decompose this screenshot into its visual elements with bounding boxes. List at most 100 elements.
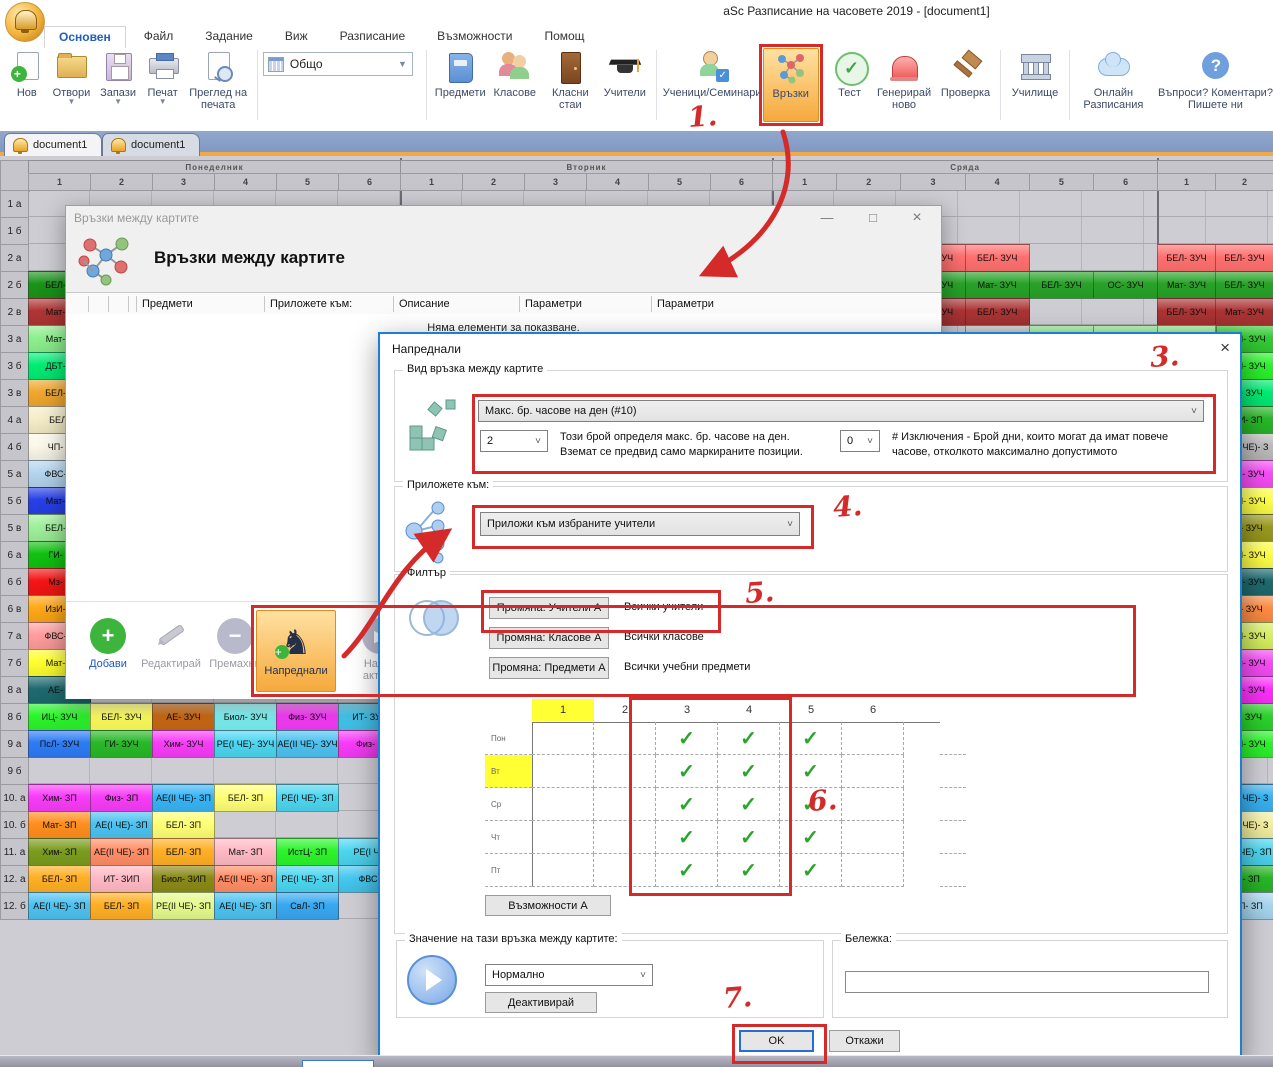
lesson-cell[interactable]: АЕ(I ЧЕ)- ЗП — [90, 811, 153, 839]
period-header[interactable]: 1 — [1157, 173, 1216, 191]
close-icon[interactable]: × — [1220, 338, 1230, 358]
lesson-cell[interactable]: АЕ(I ЧЕ)- ЗП — [214, 892, 277, 920]
grid-cell[interactable]: ✓ — [780, 854, 842, 887]
period-header[interactable]: 2 — [1215, 173, 1273, 191]
classes-button[interactable]: Класове — [488, 48, 542, 101]
lesson-cell[interactable]: БЕЛ- ЗУЧ — [1157, 244, 1216, 272]
period-header[interactable]: 2 — [836, 173, 901, 191]
lesson-cell[interactable]: Биол- ЗУЧ — [214, 703, 277, 731]
lesson-cell[interactable]: Хим- ЗП — [28, 784, 91, 812]
period-header[interactable]: 1 — [400, 173, 463, 191]
lesson-cell[interactable]: ИТ- ЗИП — [90, 865, 153, 893]
check-button[interactable]: Проверка — [936, 48, 995, 101]
lesson-cell[interactable]: БЕЛ- ЗУЧ — [1157, 298, 1216, 326]
lesson-cell[interactable]: БЕЛ- ЗП — [214, 784, 277, 812]
lesson-cell[interactable]: Мат- ЗП — [28, 811, 91, 839]
lesson-cell[interactable]: БЕЛ- ЗУЧ — [90, 703, 153, 731]
document-tab-1[interactable]: document1 — [4, 133, 102, 156]
grid-cell[interactable] — [842, 854, 904, 887]
lesson-cell[interactable]: СвЛ- ЗП — [276, 892, 339, 920]
column-header-subjects[interactable]: Предмети — [142, 297, 193, 312]
link-type-dropdown[interactable]: Макс. бр. часове на ден (#10)˅ — [478, 400, 1204, 422]
print-button[interactable]: Печат▼ — [141, 48, 185, 107]
lesson-cell[interactable]: АЕ- ЗУЧ — [152, 703, 215, 731]
period-header[interactable]: 5 — [648, 173, 711, 191]
school-button[interactable]: Училище — [1006, 48, 1064, 101]
grid-cell[interactable] — [532, 722, 594, 755]
lesson-cell[interactable]: АЕ(II ЧЕ)- ЗУЧ — [276, 730, 339, 758]
change-classes-button[interactable]: Промяна: Класове А — [489, 627, 609, 649]
lesson-cell[interactable]: БЕЛ- ЗУЧ — [965, 298, 1030, 326]
change-teachers-button[interactable]: Промяна: Учители А — [489, 597, 609, 619]
lesson-cell[interactable]: АЕ(II ЧЕ)- ЗП — [90, 838, 153, 866]
lesson-cell[interactable]: Хим- ЗП — [28, 838, 91, 866]
column-header-parameters-2[interactable]: Параметри — [657, 297, 714, 312]
ribbon-tab-view[interactable]: Виж — [271, 26, 322, 48]
lesson-cell[interactable]: Хим- ЗУЧ — [152, 730, 215, 758]
column-header-parameters-1[interactable]: Параметри — [525, 297, 582, 312]
period-header[interactable]: 6 — [710, 173, 773, 191]
open-button[interactable]: Отвори▼ — [48, 48, 96, 107]
test-button[interactable]: ✓ Тест — [827, 48, 873, 101]
close-button[interactable]: × — [895, 206, 939, 230]
grid-cell[interactable] — [594, 788, 656, 821]
importance-dropdown[interactable]: Нормално˅ — [485, 964, 653, 986]
grid-cell[interactable]: ✓ — [718, 821, 780, 854]
grid-col-header[interactable]: 1 — [532, 699, 594, 721]
period-header[interactable]: 4 — [586, 173, 649, 191]
period-header[interactable]: 6 — [338, 173, 401, 191]
lesson-cell[interactable]: БЕЛ- ЗУЧ — [1215, 244, 1273, 272]
grid-col-header[interactable]: 3 — [656, 699, 718, 721]
ribbon-tab-main[interactable]: Основен — [44, 26, 126, 48]
grid-cell[interactable]: ✓ — [718, 755, 780, 788]
period-header[interactable]: 2 — [90, 173, 153, 191]
grid-cell[interactable] — [532, 788, 594, 821]
questions-button[interactable]: ? Въпроси? Коментари? Пишете ни — [1152, 48, 1273, 113]
lesson-cell[interactable]: ИстЦ- ЗП — [276, 838, 339, 866]
ribbon-tab-options[interactable]: Възможности — [423, 26, 526, 48]
subjects-button[interactable]: Предмети — [432, 48, 488, 101]
period-header[interactable]: 3 — [524, 173, 587, 191]
grid-cell[interactable] — [594, 722, 656, 755]
lesson-cell[interactable]: БЕЛ- ЗП — [152, 811, 215, 839]
lesson-cell[interactable]: РЕ(I ЧЕ)- ЗУЧ — [214, 730, 277, 758]
grid-cell[interactable]: ✓ — [718, 788, 780, 821]
grid-row-label[interactable]: Вт — [485, 755, 532, 788]
grid-row-label[interactable]: Чт — [485, 821, 532, 854]
maximize-button[interactable]: □ — [851, 206, 895, 230]
period-header[interactable]: 5 — [276, 173, 339, 191]
grid-cell[interactable] — [842, 821, 904, 854]
generate-button[interactable]: Генерирай ново — [872, 48, 935, 113]
grid-cell[interactable] — [842, 722, 904, 755]
lesson-cell[interactable]: АЕ(II ЧЕ)- ЗП — [152, 784, 215, 812]
period-header[interactable]: 3 — [900, 173, 965, 191]
lesson-cell[interactable]: Мат- ЗУЧ — [965, 271, 1030, 299]
ribbon-tab-help[interactable]: Помощ — [530, 26, 598, 48]
print-preview-button[interactable]: Преглед на печата — [184, 48, 251, 113]
lesson-cell[interactable]: ПсЛ- ЗУЧ — [28, 730, 91, 758]
lesson-cell[interactable]: РЕ(II ЧЕ)- ЗП — [152, 892, 215, 920]
column-header-description[interactable]: Описание — [399, 297, 450, 312]
students-button[interactable]: ✓ Ученици/Семинари — [662, 48, 763, 101]
add-button[interactable]: + Добави — [79, 618, 137, 670]
grid-cell[interactable] — [842, 755, 904, 788]
grid-row-label[interactable]: Пон — [485, 722, 532, 755]
period-header[interactable]: 5 — [1029, 173, 1094, 191]
lesson-cell[interactable]: РЕ(I ЧЕ)- ЗП — [276, 784, 339, 812]
period-header[interactable]: 6 — [1093, 173, 1158, 191]
online-timetables-button[interactable]: Онлайн Разписания — [1075, 48, 1152, 113]
teachers-button[interactable]: Учители — [599, 48, 651, 101]
cancel-button[interactable]: Откажи — [829, 1030, 900, 1052]
lesson-cell[interactable]: БЕЛ- ЗУЧ — [965, 244, 1030, 272]
grid-cell[interactable]: ✓ — [718, 854, 780, 887]
grid-cell[interactable] — [594, 821, 656, 854]
grid-cell[interactable] — [532, 821, 594, 854]
grid-col-header[interactable]: 4 — [718, 699, 780, 721]
minimize-button[interactable]: — — [805, 206, 849, 230]
classrooms-button[interactable]: Класни стаи — [542, 48, 600, 113]
grid-cell[interactable]: ✓ — [718, 722, 780, 755]
lesson-cell[interactable]: ОС- ЗУЧ — [1093, 271, 1158, 299]
grid-cell[interactable]: ✓ — [780, 821, 842, 854]
lesson-cell[interactable]: РЕ(I ЧЕ)- ЗП — [276, 865, 339, 893]
save-button[interactable]: Запази▼ — [95, 48, 141, 107]
